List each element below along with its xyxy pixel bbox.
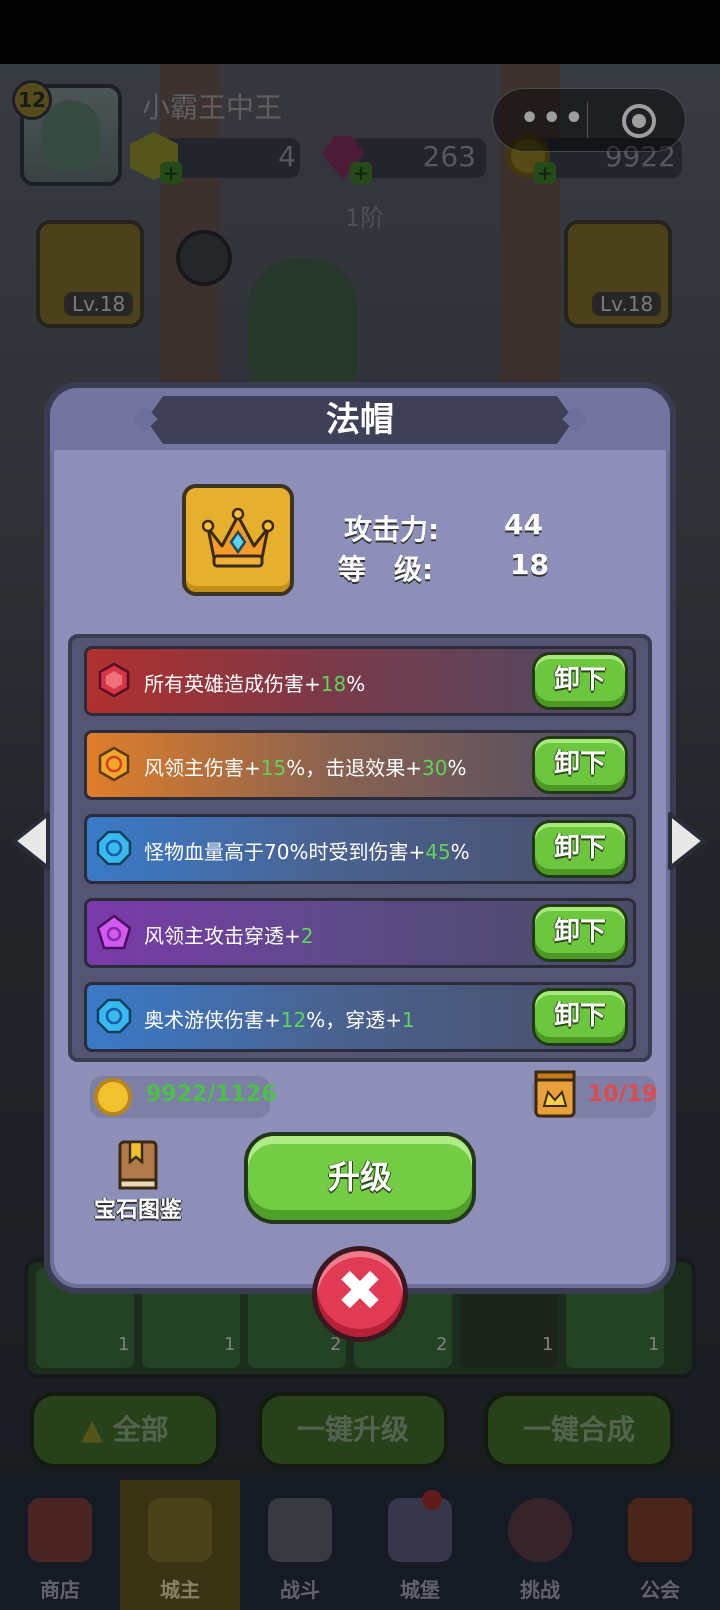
coin-icon bbox=[94, 1078, 132, 1116]
gold-cost: 9922/1126 bbox=[146, 1082, 277, 1107]
upgrade-button[interactable]: 升级 bbox=[244, 1132, 476, 1224]
crown-icon bbox=[202, 507, 274, 568]
modal-title: 法帽 bbox=[326, 400, 394, 440]
stone-cost: 10/19 bbox=[588, 1082, 658, 1107]
attack-value: 44 bbox=[504, 508, 543, 541]
unequip-button[interactable]: 卸下 bbox=[532, 904, 628, 962]
purple-gem-icon bbox=[96, 914, 132, 950]
unequip-button[interactable]: 卸下 bbox=[532, 652, 628, 710]
orange-gem-icon bbox=[98, 746, 130, 782]
red-gem-icon bbox=[98, 662, 130, 698]
level-label: 等 级: bbox=[338, 553, 434, 586]
upgrade-scroll-icon bbox=[534, 1070, 576, 1118]
unequip-button[interactable]: 卸下 bbox=[532, 820, 628, 878]
gem-effect-text: 风领主伤害+15%，击退效果+30% bbox=[144, 756, 467, 780]
gem-effect-text: 奥术游侠伤害+12%，穿透+1 bbox=[144, 1008, 415, 1032]
close-icon: ✖ bbox=[336, 1259, 384, 1324]
gem-codex-icon[interactable] bbox=[114, 1140, 162, 1192]
blue-gem-icon bbox=[96, 998, 132, 1034]
next-arrow-icon[interactable] bbox=[666, 810, 708, 872]
gem-effect-text: 怪物血量高于70%时受到伤害+45% bbox=[144, 840, 470, 864]
status-bar bbox=[0, 0, 720, 64]
unequip-button[interactable]: 卸下 bbox=[532, 988, 628, 1046]
level-value: 18 bbox=[510, 548, 549, 581]
gem-effect-text: 所有英雄造成伤害+18% bbox=[144, 672, 366, 696]
gem-effect-text: 风领主攻击穿透+2 bbox=[144, 924, 314, 948]
gem-codex-label[interactable]: 宝石图鉴 bbox=[94, 1192, 182, 1224]
attack-label: 攻击力: bbox=[344, 513, 440, 546]
blue-gem-icon bbox=[96, 830, 132, 866]
previous-arrow-icon[interactable] bbox=[10, 810, 52, 872]
unequip-button[interactable]: 卸下 bbox=[532, 736, 628, 794]
